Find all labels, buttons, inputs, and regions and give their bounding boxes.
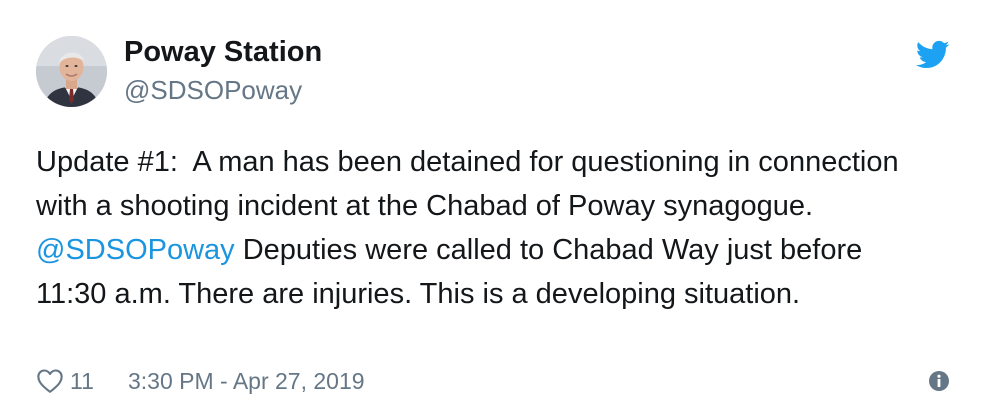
- avatar[interactable]: [36, 36, 107, 107]
- author-block: Poway Station @SDSOPoway: [124, 34, 322, 106]
- tweet-text-part: Update #1: A man has been detained for q…: [36, 146, 907, 222]
- heart-icon: [37, 369, 63, 393]
- twitter-bird-icon[interactable]: [916, 40, 950, 70]
- display-name[interactable]: Poway Station: [124, 34, 322, 70]
- like-count: 11: [70, 368, 94, 394]
- like-button[interactable]: 11: [36, 366, 94, 396]
- mention-link[interactable]: @SDSOPoway: [36, 234, 235, 266]
- tweet-footer: 11 3:30 PM - Apr 27, 2019: [36, 364, 950, 398]
- tweet-text: Update #1: A man has been detained for q…: [36, 140, 936, 316]
- user-handle[interactable]: @SDSOPoway: [124, 74, 322, 106]
- profile-photo-icon: [36, 36, 107, 107]
- tweet-timestamp[interactable]: 3:30 PM - Apr 27, 2019: [128, 366, 365, 396]
- tweet-card: Poway Station @SDSOPoway Update #1: A ma…: [0, 0, 986, 420]
- info-icon[interactable]: [928, 370, 950, 392]
